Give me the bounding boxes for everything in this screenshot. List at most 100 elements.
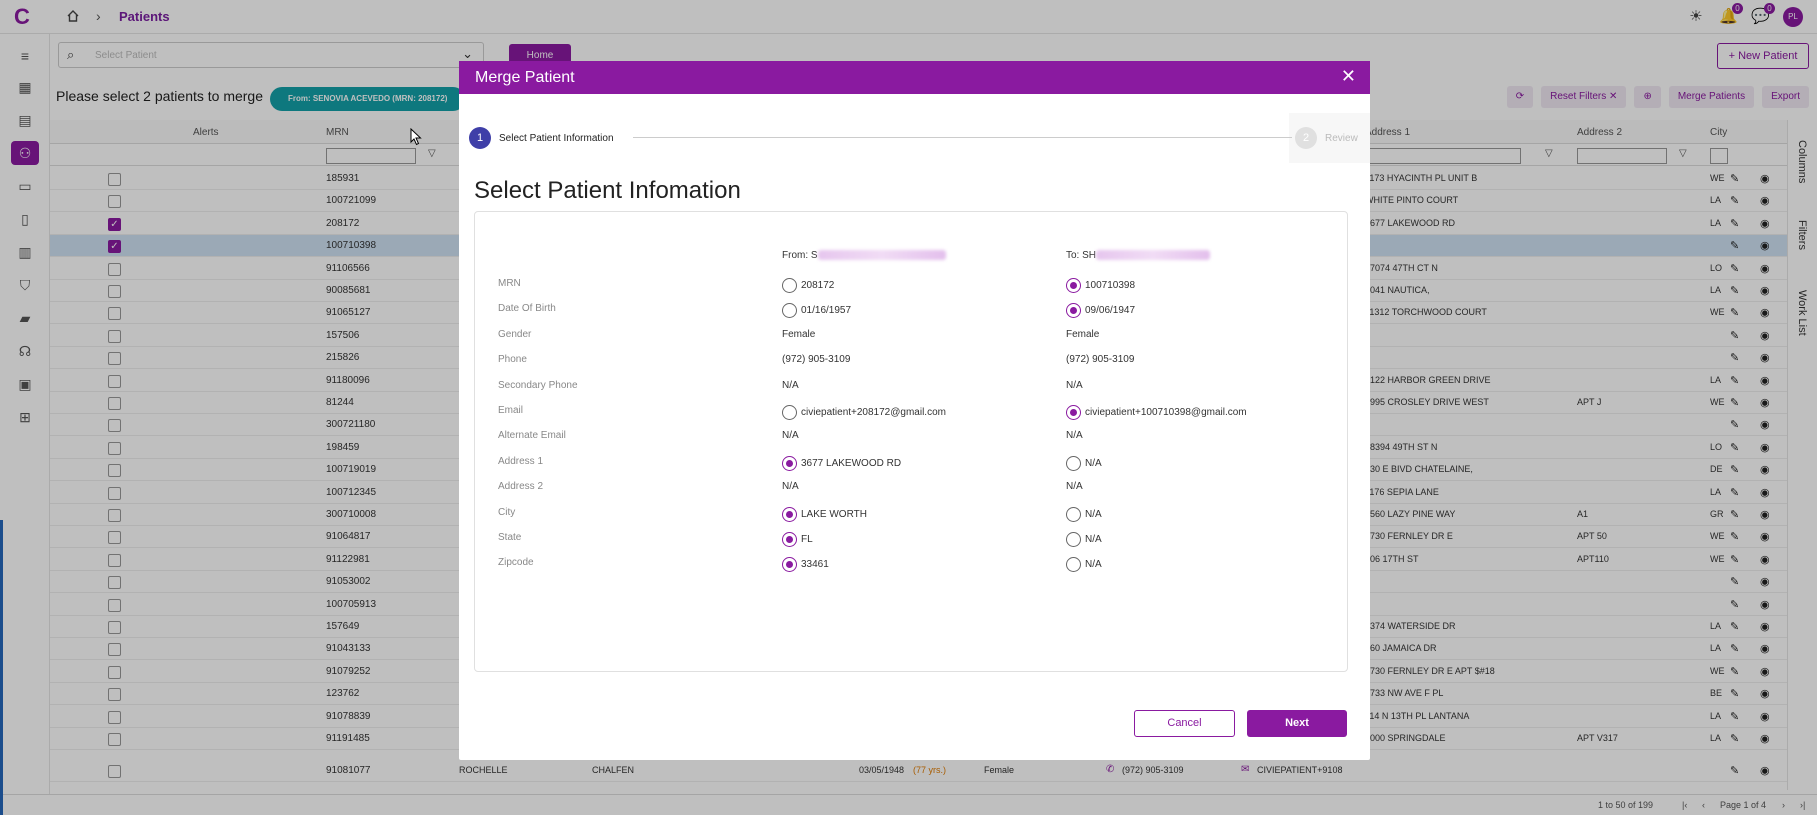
field-label: Gender bbox=[498, 328, 532, 340]
to-value-text: N/A bbox=[1085, 559, 1102, 571]
to-value: N/A bbox=[1066, 430, 1083, 441]
from-value-text: 01/16/1957 bbox=[801, 305, 852, 317]
to-value[interactable]: N/A bbox=[1066, 532, 1102, 547]
from-radio[interactable] bbox=[782, 278, 797, 293]
field-label: Address 1 bbox=[498, 455, 544, 467]
to-value[interactable]: 100710398 bbox=[1066, 278, 1135, 293]
next-button[interactable]: Next bbox=[1247, 710, 1347, 737]
merge-field-row: Address 2 N/A N/A bbox=[475, 477, 1347, 499]
from-value-text: (972) 905-3109 bbox=[782, 354, 851, 366]
to-value-text: civiepatient+100710398@gmail.com bbox=[1085, 407, 1247, 418]
from-value[interactable]: 3677 LAKEWOOD RD bbox=[782, 455, 902, 471]
from-value[interactable]: civiepatient+208172@gmail.com bbox=[782, 405, 946, 420]
section-title: Select Patient Infomation bbox=[474, 177, 741, 204]
to-header: To: SH bbox=[1066, 250, 1211, 261]
from-value-text: 3677 LAKEWOOD RD bbox=[801, 457, 902, 469]
stepper-line bbox=[633, 137, 1292, 138]
field-label: Phone bbox=[498, 354, 527, 366]
to-value[interactable]: N/A bbox=[1066, 506, 1102, 522]
to-value: N/A bbox=[1066, 481, 1083, 492]
to-radio[interactable] bbox=[1066, 278, 1081, 293]
to-radio[interactable] bbox=[1066, 557, 1081, 573]
from-value-text: 208172 bbox=[801, 280, 835, 291]
from-radio[interactable] bbox=[782, 405, 797, 420]
from-radio[interactable] bbox=[782, 506, 797, 522]
to-value-text: 09/06/1947 bbox=[1085, 305, 1136, 317]
from-value[interactable]: FL bbox=[782, 532, 813, 547]
field-label: State bbox=[498, 532, 522, 543]
field-label: Zipcode bbox=[498, 557, 534, 569]
to-value: N/A bbox=[1066, 380, 1083, 391]
field-label: MRN bbox=[498, 278, 521, 289]
to-value: (972) 905-3109 bbox=[1066, 354, 1134, 365]
merge-field-row: State FL N/A bbox=[475, 528, 1347, 550]
to-value[interactable]: N/A bbox=[1066, 455, 1102, 471]
from-radio[interactable] bbox=[782, 532, 797, 547]
to-value[interactable]: civiepatient+100710398@gmail.com bbox=[1066, 405, 1247, 420]
to-label: To: SH bbox=[1066, 250, 1097, 261]
to-value[interactable]: 09/06/1947 bbox=[1066, 303, 1136, 319]
window-edge bbox=[0, 520, 3, 815]
to-radio[interactable] bbox=[1066, 455, 1081, 471]
to-value-text: N/A bbox=[1066, 379, 1083, 391]
from-radio[interactable] bbox=[782, 303, 797, 319]
from-value: N/A bbox=[782, 380, 799, 391]
merge-field-row: MRN 208172 100710398 bbox=[475, 274, 1347, 296]
merge-field-row: Date Of Birth 01/16/1957 09/06/1947 bbox=[475, 299, 1347, 321]
from-value-text: FL bbox=[801, 534, 813, 545]
merge-field-row: Address 1 3677 LAKEWOOD RD N/A bbox=[475, 452, 1347, 474]
step-review[interactable]: 2 Review bbox=[1295, 127, 1358, 149]
from-value-text: civiepatient+208172@gmail.com bbox=[801, 407, 946, 418]
from-value[interactable]: LAKE WORTH bbox=[782, 506, 867, 522]
to-radio[interactable] bbox=[1066, 532, 1081, 547]
to-value[interactable]: N/A bbox=[1066, 557, 1102, 573]
to-value-text: N/A bbox=[1085, 534, 1102, 545]
merge-field-row: Zipcode 33461 N/A bbox=[475, 553, 1347, 575]
from-header: From: S bbox=[782, 250, 946, 261]
field-label: Secondary Phone bbox=[498, 379, 578, 391]
field-label: City bbox=[498, 506, 516, 518]
field-label: Alternate Email bbox=[498, 430, 566, 442]
dialog-title: Merge Patient bbox=[475, 69, 575, 86]
from-value: N/A bbox=[782, 481, 799, 492]
from-value[interactable]: 33461 bbox=[782, 557, 829, 573]
to-value-text: 100710398 bbox=[1085, 280, 1136, 291]
to-radio[interactable] bbox=[1066, 303, 1081, 319]
to-value-text: Female bbox=[1066, 328, 1100, 340]
to-value-text: (972) 905-3109 bbox=[1066, 354, 1135, 366]
from-value-text: N/A bbox=[782, 379, 799, 391]
to-radio[interactable] bbox=[1066, 405, 1081, 420]
cancel-button[interactable]: Cancel bbox=[1134, 710, 1235, 737]
close-icon[interactable]: ✕ bbox=[1341, 66, 1356, 87]
to-value-text: N/A bbox=[1066, 481, 1083, 493]
step-label: Review bbox=[1325, 132, 1358, 144]
step-select-info[interactable]: 1 Select Patient Information bbox=[469, 127, 614, 149]
from-value[interactable]: 208172 bbox=[782, 278, 834, 293]
from-value: (972) 905-3109 bbox=[782, 354, 850, 365]
mouse-cursor-icon bbox=[410, 128, 422, 146]
from-value[interactable]: 01/16/1957 bbox=[782, 303, 852, 319]
to-value: Female bbox=[1066, 329, 1099, 340]
merge-fields-card: From: S To: SH MRN 208172 100710398 Date Of… bbox=[474, 211, 1348, 672]
from-value: N/A bbox=[782, 430, 799, 441]
from-radio[interactable] bbox=[782, 455, 797, 471]
step-number: 1 bbox=[469, 127, 491, 149]
from-value-text: LAKE WORTH bbox=[801, 508, 867, 520]
step-label: Select Patient Information bbox=[499, 132, 614, 144]
merge-field-row: Secondary Phone N/A N/A bbox=[475, 376, 1347, 398]
from-value: Female bbox=[782, 329, 815, 340]
redacted-name bbox=[817, 250, 946, 261]
merge-field-row: Alternate Email N/A N/A bbox=[475, 426, 1347, 448]
to-radio[interactable] bbox=[1066, 506, 1081, 522]
from-value-text: Female bbox=[782, 328, 816, 340]
merge-field-row: City LAKE WORTH N/A bbox=[475, 503, 1347, 525]
field-label: Date Of Birth bbox=[498, 303, 556, 315]
step-number: 2 bbox=[1295, 127, 1317, 149]
from-value-text: N/A bbox=[782, 481, 799, 493]
redacted-name bbox=[1096, 250, 1211, 261]
merge-field-row: Gender Female Female bbox=[475, 325, 1347, 347]
from-value-text: N/A bbox=[782, 430, 799, 442]
to-value-text: N/A bbox=[1066, 430, 1083, 442]
merge-field-row: Phone (972) 905-3109 (972) 905-3109 bbox=[475, 350, 1347, 372]
from-radio[interactable] bbox=[782, 557, 797, 573]
